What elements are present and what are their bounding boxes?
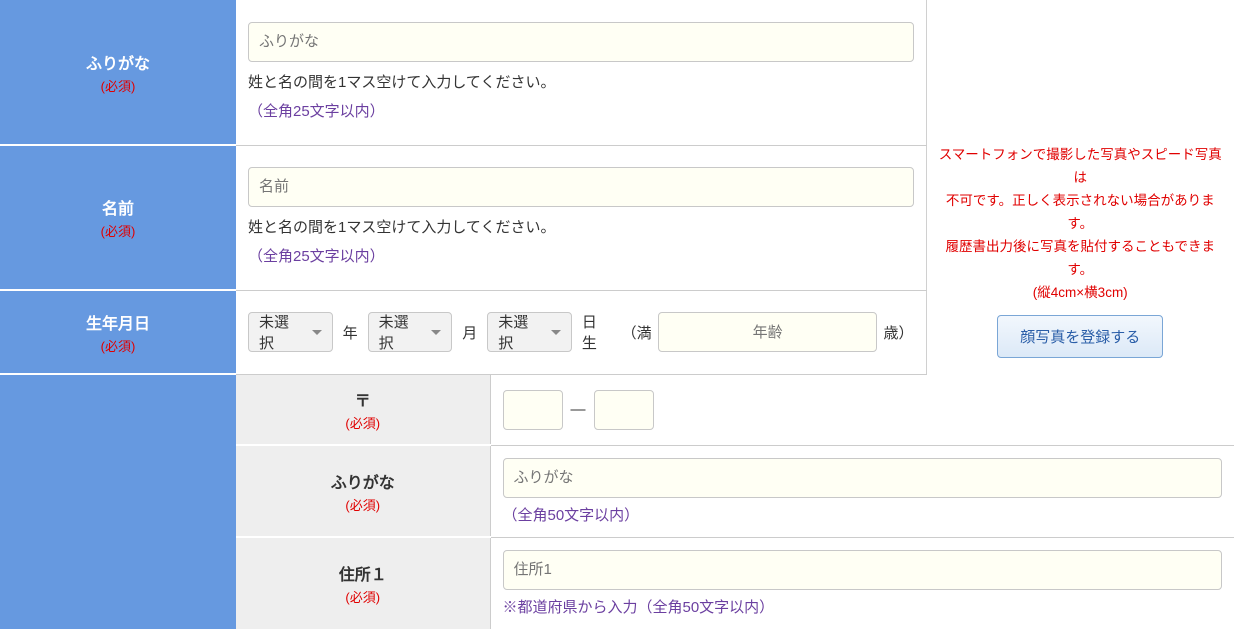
register-photo-button[interactable]: 顔写真を登録する bbox=[997, 315, 1163, 358]
caret-down-icon bbox=[312, 330, 322, 335]
name-hint-limit: （全角25文字以内） bbox=[248, 245, 914, 266]
addr-furigana-required: (必須) bbox=[236, 495, 490, 514]
addr1-input[interactable] bbox=[503, 550, 1222, 590]
zip-required: (必須) bbox=[236, 413, 490, 432]
zip-label: 〒 bbox=[355, 393, 371, 410]
addr1-required: (必須) bbox=[236, 587, 490, 606]
addr1-hint: ※都道府県から入力（全角50文字以内） bbox=[503, 596, 1222, 617]
dob-year-select[interactable]: 未選択 bbox=[248, 312, 333, 352]
addr-furigana-label: ふりがな bbox=[331, 475, 395, 492]
age-prefix: （満 bbox=[622, 322, 652, 343]
zip2-input[interactable] bbox=[594, 390, 654, 430]
day-unit: 日生 bbox=[582, 311, 612, 353]
dob-day-select[interactable]: 未選択 bbox=[487, 312, 572, 352]
furigana-hint-limit: （全角25文字以内） bbox=[248, 100, 914, 121]
dob-label: 生年月日 bbox=[86, 316, 150, 333]
dob-required: (必須) bbox=[0, 336, 236, 355]
furigana-required: (必須) bbox=[0, 76, 236, 95]
furigana-input[interactable] bbox=[248, 22, 914, 62]
addr1-label: 住所１ bbox=[339, 567, 387, 584]
name-input[interactable] bbox=[248, 167, 914, 207]
age-suffix: 歳） bbox=[883, 322, 913, 343]
addr-furigana-input[interactable] bbox=[503, 458, 1222, 498]
age-input[interactable] bbox=[658, 312, 878, 352]
name-label: 名前 bbox=[102, 201, 134, 218]
photo-note: スマートフォンで撮影した写真やスピード写真は 不可です。正しく表示されない場合が… bbox=[937, 144, 1225, 305]
addr-furigana-hint: （全角50文字以内） bbox=[503, 504, 1222, 525]
caret-down-icon bbox=[431, 330, 441, 335]
zip1-input[interactable] bbox=[503, 390, 563, 430]
dob-month-select[interactable]: 未選択 bbox=[368, 312, 453, 352]
name-required: (必須) bbox=[0, 221, 236, 240]
furigana-hint: 姓と名の間を1マス空けて入力してください。 bbox=[248, 72, 914, 95]
year-unit: 年 bbox=[343, 322, 358, 343]
zip-dash: ― bbox=[571, 401, 586, 418]
name-hint: 姓と名の間を1マス空けて入力してください。 bbox=[248, 217, 914, 240]
month-unit: 月 bbox=[462, 322, 477, 343]
caret-down-icon bbox=[551, 330, 561, 335]
furigana-label: ふりがな bbox=[86, 56, 150, 73]
